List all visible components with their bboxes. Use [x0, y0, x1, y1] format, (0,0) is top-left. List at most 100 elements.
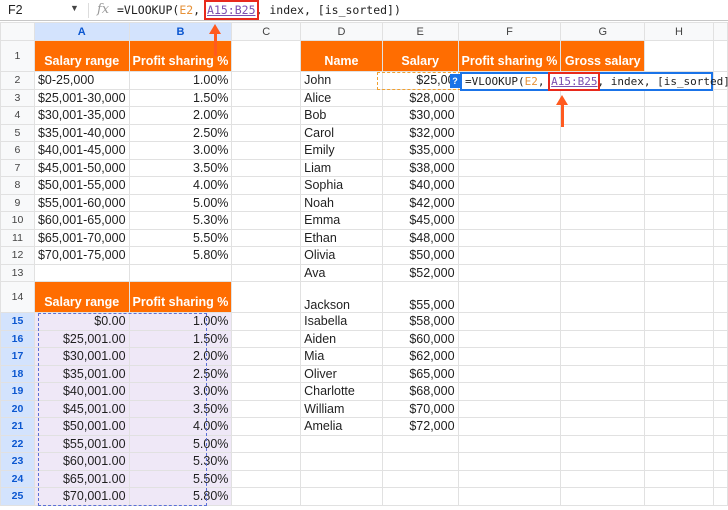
formula-help-button[interactable]: ? [450, 74, 460, 88]
cell[interactable] [381, 452, 459, 471]
lookup-min-cell[interactable]: $40,001.00 [33, 382, 130, 401]
cell[interactable] [381, 434, 459, 453]
cell[interactable] [712, 88, 728, 107]
row-header[interactable]: 9 [0, 193, 35, 212]
cell[interactable] [712, 228, 728, 247]
lookup-min-cell[interactable]: $70,001.00 [33, 487, 130, 506]
cell[interactable] [231, 40, 302, 72]
cell[interactable] [712, 176, 728, 195]
lookup-min-cell[interactable]: $55,001.00 [33, 434, 130, 453]
salary-range-cell[interactable]: $45,001-50,000 [33, 158, 130, 177]
row-header[interactable]: 15 [0, 312, 35, 331]
lookup-percent-cell[interactable]: 4.00% [128, 417, 233, 436]
lookup-min-cell[interactable]: $30,001.00 [33, 347, 130, 366]
column-header-h[interactable]: H [644, 22, 714, 41]
employee-name-cell[interactable]: Bob [300, 106, 383, 125]
row-header[interactable]: 6 [0, 141, 35, 160]
cell[interactable] [644, 281, 714, 313]
employee-name-cell[interactable]: Jackson [300, 281, 383, 313]
cell[interactable] [231, 158, 302, 177]
lookup-percent-cell[interactable]: 5.00% [128, 434, 233, 453]
cell[interactable] [457, 469, 562, 488]
cell[interactable] [457, 347, 562, 366]
salary-range-cell[interactable]: $50,001-55,000 [33, 176, 130, 195]
cell[interactable] [712, 312, 728, 331]
cell[interactable] [644, 176, 714, 195]
cell[interactable] [560, 141, 646, 160]
employee-name-cell[interactable]: Carol [300, 123, 383, 142]
cell[interactable] [644, 329, 714, 348]
cell[interactable] [560, 452, 646, 471]
salary-range-cell[interactable]: $30,001-35,000 [33, 106, 130, 125]
header-salary-range[interactable]: Salary range [33, 281, 130, 313]
cell[interactable] [457, 263, 562, 282]
cell[interactable] [644, 211, 714, 230]
employee-name-cell[interactable]: Sophia [300, 176, 383, 195]
cell[interactable] [644, 123, 714, 142]
cell[interactable] [560, 434, 646, 453]
employee-salary-cell[interactable]: $50,000 [381, 246, 459, 265]
percent-cell[interactable]: 3.50% [128, 158, 233, 177]
cell[interactable] [300, 452, 383, 471]
cell[interactable] [712, 211, 728, 230]
lookup-percent-cell[interactable]: 5.30% [128, 452, 233, 471]
cell[interactable] [560, 417, 646, 436]
employee-salary-cell[interactable]: $58,000 [381, 312, 459, 331]
cell[interactable] [560, 382, 646, 401]
percent-cell[interactable]: 2.50% [128, 123, 233, 142]
cell[interactable] [644, 434, 714, 453]
cell[interactable] [231, 382, 302, 401]
cell[interactable] [644, 106, 714, 125]
cell[interactable] [231, 211, 302, 230]
select-all-corner[interactable] [0, 22, 35, 41]
employee-name-cell[interactable]: Aiden [300, 329, 383, 348]
employee-salary-cell[interactable]: $45,000 [381, 211, 459, 230]
percent-cell[interactable]: 4.00% [128, 176, 233, 195]
lookup-min-cell[interactable]: $35,001.00 [33, 364, 130, 383]
cell[interactable] [231, 399, 302, 418]
row-header[interactable]: 22 [0, 434, 35, 453]
cell[interactable] [560, 281, 646, 313]
lookup-min-cell[interactable]: $25,001.00 [33, 329, 130, 348]
cell[interactable] [457, 364, 562, 383]
header-profit-sharing[interactable]: Profit sharing % [457, 40, 562, 72]
cell[interactable] [457, 417, 562, 436]
cell[interactable] [560, 329, 646, 348]
cell[interactable] [457, 312, 562, 331]
employee-name-cell[interactable]: Amelia [300, 417, 383, 436]
employee-salary-cell[interactable]: $55,000 [381, 281, 459, 313]
cell[interactable] [712, 452, 728, 471]
cell[interactable] [644, 158, 714, 177]
employee-name-cell[interactable]: Ethan [300, 228, 383, 247]
employee-salary-cell[interactable]: $70,000 [381, 399, 459, 418]
cell[interactable] [560, 364, 646, 383]
spreadsheet-grid[interactable]: A B C D E F G H 1 Salary range Profit sharing % Nam… [0, 22, 728, 506]
row-header[interactable]: 10 [0, 211, 35, 230]
percent-cell[interactable]: 5.30% [128, 211, 233, 230]
cell[interactable] [457, 281, 562, 313]
cell[interactable] [644, 246, 714, 265]
row-header[interactable]: 18 [0, 364, 35, 383]
lookup-percent-cell[interactable]: 3.50% [128, 399, 233, 418]
salary-range-cell[interactable]: $60,001-65,000 [33, 211, 130, 230]
percent-cell[interactable]: 1.50% [128, 88, 233, 107]
cell[interactable] [457, 382, 562, 401]
cell[interactable] [231, 469, 302, 488]
cell[interactable] [231, 228, 302, 247]
salary-range-cell[interactable]: $25,001-30,000 [33, 88, 130, 107]
cell[interactable] [381, 469, 459, 488]
row-header[interactable]: 19 [0, 382, 35, 401]
row-header[interactable]: 24 [0, 469, 35, 488]
cell[interactable] [231, 364, 302, 383]
cell[interactable] [128, 263, 233, 282]
row-header[interactable]: 17 [0, 347, 35, 366]
lookup-min-cell[interactable]: $0.00 [33, 312, 130, 331]
employee-name-cell[interactable]: Alice [300, 88, 383, 107]
employee-salary-cell[interactable]: $52,000 [381, 263, 459, 282]
row-header[interactable]: 25 [0, 487, 35, 506]
cell[interactable] [231, 193, 302, 212]
row-header[interactable]: 11 [0, 228, 35, 247]
cell[interactable] [712, 487, 728, 506]
salary-range-cell[interactable]: $35,001-40,000 [33, 123, 130, 142]
row-header[interactable]: 13 [0, 263, 35, 282]
